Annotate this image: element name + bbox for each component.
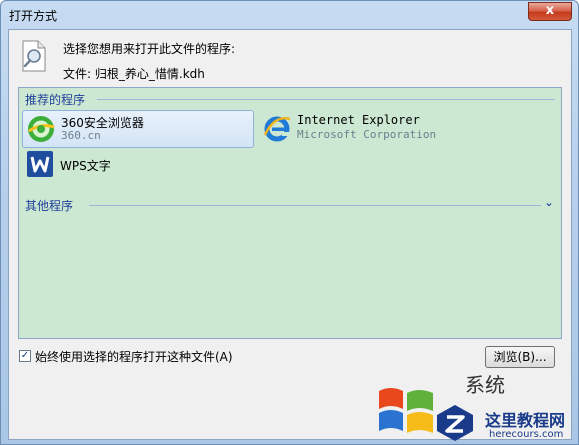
title-bar[interactable]: 打开方式 x bbox=[1, 1, 578, 29]
watermark-url: herecours.com bbox=[489, 429, 564, 440]
program-name: Internet Explorer bbox=[297, 113, 420, 127]
site-watermark: 系统 这里教程网 herecours.com bbox=[377, 367, 579, 445]
program-item-internet-explorer[interactable]: Internet Explorer Microsoft Corporation bbox=[259, 110, 489, 148]
site-logo-icon bbox=[437, 405, 473, 441]
program-item-wps-writer[interactable]: WPS文字 bbox=[22, 146, 182, 184]
dialog-header: 选择您想用来打开此文件的程序: 文件: 归根_养心_惜情.kdh bbox=[9, 30, 571, 84]
group-divider bbox=[97, 99, 555, 100]
watermark-site-name: 这里教程网 bbox=[485, 411, 566, 430]
program-item-360-browser[interactable]: 360安全浏览器 360.cn bbox=[22, 110, 254, 148]
internet-explorer-icon bbox=[263, 116, 291, 142]
file-name: 归根_养心_惜情.kdh bbox=[94, 67, 205, 81]
browse-button[interactable]: 浏览(B)... bbox=[485, 346, 555, 368]
program-publisher: 360.cn bbox=[61, 129, 101, 142]
close-button[interactable]: x bbox=[528, 2, 572, 21]
group-label-recommended: 推荐的程序 bbox=[25, 91, 92, 108]
open-with-dialog: 打开方式 x 选择您想用来打开此文件的程序: 文件: 归根_养心_惜情.kdh … bbox=[0, 0, 579, 445]
program-publisher: Microsoft Corporation bbox=[297, 128, 437, 141]
360-browser-icon bbox=[28, 116, 55, 142]
group-divider bbox=[89, 205, 541, 206]
program-name: WPS文字 bbox=[60, 159, 111, 173]
prompt-text: 选择您想用来打开此文件的程序: bbox=[63, 42, 236, 56]
always-use-label[interactable]: 始终使用选择的程序打开这种文件(A) bbox=[35, 348, 233, 365]
file-info: 文件: 归根_养心_惜情.kdh bbox=[63, 65, 205, 82]
file-search-icon bbox=[22, 40, 46, 72]
chevron-down-icon[interactable]: ⌄ bbox=[543, 196, 555, 210]
group-header-other[interactable]: 其他程序 ⌄ bbox=[25, 196, 555, 214]
window-title: 打开方式 bbox=[9, 9, 58, 23]
wps-writer-icon bbox=[27, 151, 53, 177]
group-header-recommended: 推荐的程序 bbox=[25, 91, 555, 108]
watermark-brand: 系统 bbox=[465, 373, 505, 397]
windows-logo-icon bbox=[379, 388, 433, 433]
always-use-checkbox[interactable]: ✓ bbox=[19, 350, 31, 362]
program-list[interactable]: 推荐的程序 360安全浏览器 360.cn Internet Explorer … bbox=[18, 87, 562, 339]
group-label-other: 其他程序 bbox=[25, 197, 80, 214]
file-label: 文件: bbox=[63, 67, 92, 81]
